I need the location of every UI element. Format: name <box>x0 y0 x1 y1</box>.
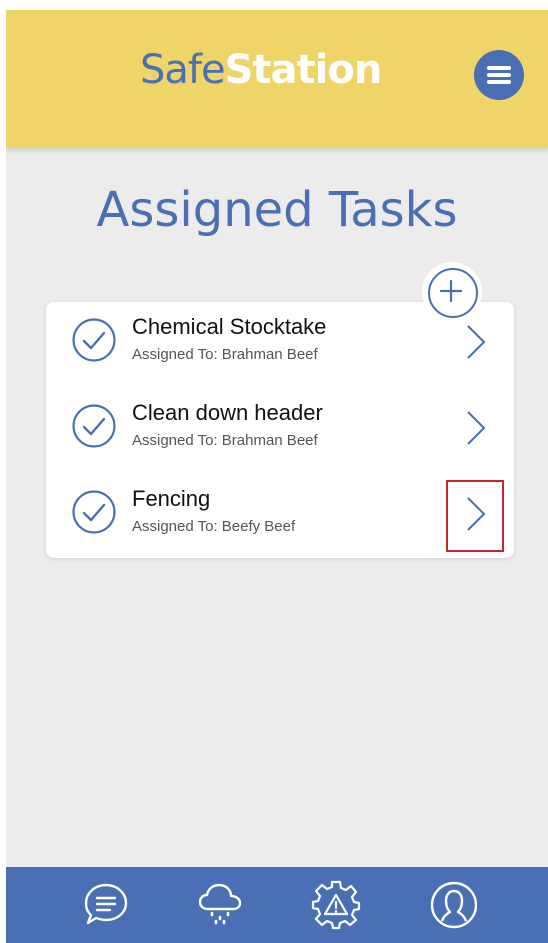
weather-icon[interactable] <box>194 879 246 931</box>
task-list: Chemical Stocktake Assigned To: Brahman … <box>46 302 514 558</box>
selection-highlight <box>446 480 504 552</box>
check-circle-icon <box>72 490 116 534</box>
task-assignee: Assigned To: Brahman Beef <box>132 346 318 363</box>
plus-circle-icon <box>428 268 478 318</box>
profile-icon[interactable] <box>428 879 480 931</box>
hazard-settings-icon[interactable] <box>310 879 362 931</box>
plus-icon <box>439 279 463 303</box>
task-name: Chemical Stocktake <box>132 314 327 339</box>
menu-icon <box>487 66 511 70</box>
check-circle-icon <box>72 404 116 448</box>
task-item-clean-down-header[interactable]: Clean down header Assigned To: Brahman B… <box>46 388 514 474</box>
chevron-right-icon[interactable] <box>462 408 490 448</box>
logo-safe: Safe <box>140 47 226 93</box>
add-task-button[interactable] <box>422 262 482 322</box>
task-item-fencing[interactable]: Fencing Assigned To: Beefy Beef <box>46 474 514 560</box>
app-logo: SafeStation <box>140 46 383 94</box>
task-name: Fencing <box>132 486 211 511</box>
menu-icon-line <box>487 73 511 77</box>
chevron-right-icon[interactable] <box>462 322 490 362</box>
logo-station: Station <box>224 47 383 93</box>
bottom-nav <box>6 867 548 943</box>
app-screen: SafeStation Assigned Tasks Chemical Stoc… <box>6 10 548 943</box>
task-assignee: Assigned To: Beefy Beef <box>132 518 296 535</box>
menu-icon-line <box>487 80 511 84</box>
task-assignee: Assigned To: Brahman Beef <box>132 432 318 449</box>
menu-button[interactable] <box>474 50 524 100</box>
chat-icon[interactable] <box>80 879 132 931</box>
check-circle-icon <box>72 318 116 362</box>
task-name: Clean down header <box>132 400 323 425</box>
page-title: Assigned Tasks <box>96 182 458 238</box>
app-header: SafeStation <box>6 10 548 148</box>
